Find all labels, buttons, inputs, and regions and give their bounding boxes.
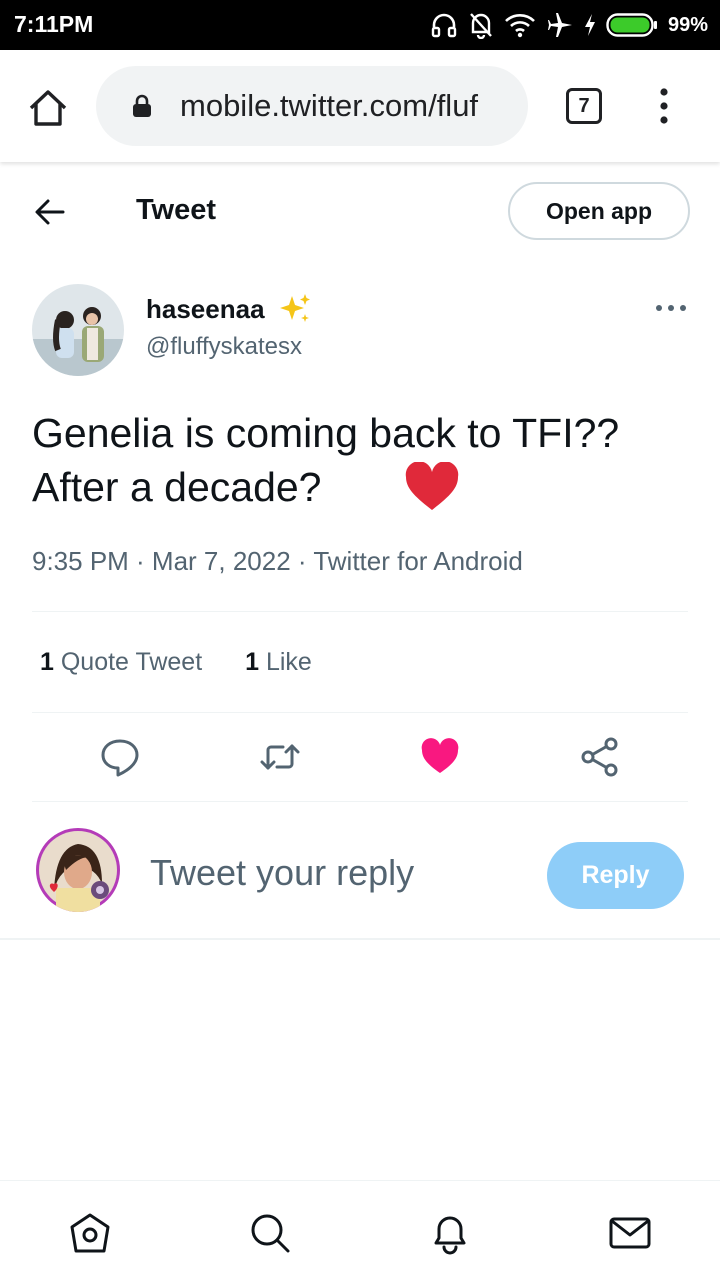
tab-switcher-button[interactable]: 7 bbox=[566, 88, 602, 124]
author-avatar[interactable] bbox=[32, 284, 124, 376]
tweet-meta: 9:35 PM · Mar 7, 2022 · Twitter for Andr… bbox=[32, 546, 523, 576]
status-icons: 99% bbox=[430, 10, 708, 40]
battery-icon bbox=[606, 13, 657, 37]
quote-count: 1 bbox=[40, 648, 54, 676]
home-icon[interactable] bbox=[26, 86, 70, 130]
search-nav-icon[interactable] bbox=[248, 1211, 292, 1255]
status-time: 7:11PM bbox=[14, 11, 94, 37]
notifications-off-icon bbox=[470, 13, 492, 39]
quote-tweet-stat[interactable]: 1 Quote Tweet bbox=[40, 648, 202, 676]
divider bbox=[32, 801, 688, 802]
headphones-icon bbox=[431, 13, 457, 38]
like-label: Like bbox=[265, 648, 312, 676]
bottom-navigation bbox=[0, 1180, 720, 1280]
tweet-header: Tweet Open app bbox=[0, 162, 720, 262]
wifi-icon bbox=[505, 14, 535, 38]
home-nav-icon[interactable] bbox=[68, 1211, 112, 1255]
battery-percent: 99% bbox=[667, 13, 708, 36]
notifications-nav-icon[interactable] bbox=[428, 1211, 472, 1255]
red-heart-icon bbox=[405, 462, 459, 510]
reply-button[interactable]: Reply bbox=[547, 842, 684, 909]
tweet-text-line: Genelia is coming back to TFI?? bbox=[32, 410, 620, 456]
page-title: Tweet bbox=[136, 194, 217, 226]
author-handle[interactable]: @fluffyskatesx bbox=[146, 333, 302, 361]
retweet-icon[interactable] bbox=[259, 736, 301, 778]
author-name[interactable]: haseenaa bbox=[146, 294, 265, 325]
sparkles-icon bbox=[280, 294, 310, 322]
reply-input[interactable]: Tweet your reply bbox=[150, 852, 414, 894]
divider bbox=[0, 938, 720, 940]
more-options-icon[interactable] bbox=[654, 300, 688, 316]
back-arrow-icon[interactable] bbox=[32, 194, 68, 230]
airplane-icon bbox=[547, 13, 572, 37]
open-app-button[interactable]: Open app bbox=[508, 182, 690, 240]
tweet-text: Genelia is coming back to TFI?? After a … bbox=[32, 406, 688, 514]
address-bar[interactable]: mobile.twitter.com/fluf bbox=[96, 66, 528, 146]
like-stat[interactable]: 1 Like bbox=[245, 648, 312, 676]
status-bar: 7:11PM 99% bbox=[0, 0, 720, 50]
url-text[interactable]: mobile.twitter.com/fluf bbox=[180, 88, 478, 124]
like-count: 1 bbox=[245, 648, 260, 676]
quote-label: Quote Tweet bbox=[60, 648, 203, 676]
tweet-stats: 1 Quote Tweet 1 Like bbox=[40, 648, 348, 677]
browser-toolbar: mobile.twitter.com/fluf 7 bbox=[0, 50, 720, 162]
user-avatar[interactable] bbox=[36, 828, 120, 912]
lock-icon bbox=[133, 94, 151, 117]
charging-icon bbox=[584, 14, 595, 36]
reply-icon[interactable] bbox=[99, 736, 141, 778]
divider bbox=[32, 712, 688, 713]
like-icon[interactable] bbox=[419, 736, 461, 778]
share-icon[interactable] bbox=[579, 736, 621, 778]
messages-nav-icon[interactable] bbox=[608, 1211, 652, 1255]
tweet-text-line: After a decade? bbox=[32, 464, 322, 510]
divider bbox=[32, 611, 688, 612]
menu-icon[interactable] bbox=[654, 86, 674, 126]
